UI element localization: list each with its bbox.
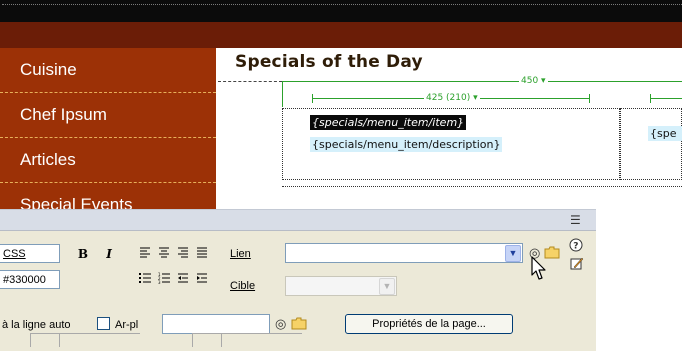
wrap-checkbox[interactable] [97, 317, 110, 330]
target-select[interactable]: ▼ [285, 276, 397, 296]
ordered-list-icon[interactable]: 123 [155, 271, 173, 289]
anchor-label: Ar-pl [115, 319, 139, 331]
target-label: Cible [230, 280, 256, 292]
unordered-list-icon[interactable] [136, 271, 154, 289]
content-area: Specials of the Day 450 ▾ 425 (210) ▾ {s… [216, 48, 682, 218]
mouse-cursor-icon [531, 256, 547, 287]
svg-text:3: 3 [158, 280, 161, 284]
link-label: Lien [230, 248, 251, 260]
ruler-line [650, 98, 682, 99]
align-left-icon[interactable] [136, 245, 154, 263]
bottom-control [192, 333, 222, 347]
panel-bottom-controls [0, 331, 596, 351]
bold-button[interactable]: B [74, 245, 92, 263]
style-css-value: CSS [3, 248, 26, 260]
table-width-label[interactable]: 450 ▾ [519, 76, 548, 87]
bottom-divider [222, 333, 302, 334]
sidebar-item-articles[interactable]: Articles [0, 138, 216, 183]
quick-tag-editor-icon[interactable] [570, 256, 584, 273]
ruler-line [282, 81, 682, 82]
link-input[interactable]: ▼ [285, 243, 523, 263]
xsl-field-partial[interactable]: {spe [648, 126, 682, 141]
column-width-ruler: 425 (210) ▾ [312, 93, 590, 104]
column-width-label[interactable]: 425 (210) ▾ [424, 93, 480, 104]
table-row-border [282, 186, 682, 187]
align-right-icon[interactable] [174, 245, 192, 263]
italic-button[interactable]: I [100, 245, 118, 263]
chevron-down-icon[interactable]: ▼ [379, 278, 395, 295]
style-css-field[interactable]: CSS [0, 244, 60, 263]
panel-right-edge [596, 209, 682, 351]
text-color-value: #330000 [3, 274, 46, 286]
options-menu-icon[interactable]: ☰ [570, 213, 581, 227]
table-cell[interactable] [620, 108, 682, 180]
sidebar-item-cuisine[interactable]: Cuisine [0, 48, 216, 93]
page-heading[interactable]: Specials of the Day [235, 52, 423, 72]
ruler-tick [282, 81, 283, 107]
ruler-tick [312, 94, 313, 103]
header-banner [0, 22, 682, 48]
help-icon[interactable]: ? [569, 238, 583, 255]
sidebar-nav: Cuisine Chef Ipsum Articles Special Even… [0, 48, 216, 218]
xsl-item-field[interactable]: {specials/menu_item/item} [310, 115, 467, 130]
property-inspector-titlebar[interactable]: ☰ [0, 209, 596, 231]
separator-text: - [425, 116, 429, 129]
text-color-field[interactable]: #330000 [0, 270, 60, 289]
indent-icon[interactable] [193, 271, 211, 289]
justify-icon[interactable] [193, 245, 211, 263]
wrap-label: à la ligne auto [2, 319, 71, 331]
column-width-ruler-right [650, 94, 682, 104]
ruler-tick [650, 94, 651, 103]
align-center-icon[interactable] [155, 245, 173, 263]
xsl-description-field[interactable]: {specials/menu_item/description} [310, 137, 503, 152]
top-strip [0, 0, 682, 22]
point-to-file-icon[interactable]: ◎ [275, 317, 286, 331]
heading-divider [218, 81, 282, 82]
bottom-control [30, 333, 60, 347]
sidebar-item-chef-ipsum[interactable]: Chef Ipsum [0, 93, 216, 138]
dotted-border [2, 4, 682, 5]
svg-text:?: ? [573, 242, 578, 252]
bottom-divider [60, 333, 140, 334]
outdent-icon[interactable] [174, 271, 192, 289]
chevron-down-icon[interactable]: ▼ [505, 245, 521, 262]
ruler-tick [589, 94, 590, 103]
